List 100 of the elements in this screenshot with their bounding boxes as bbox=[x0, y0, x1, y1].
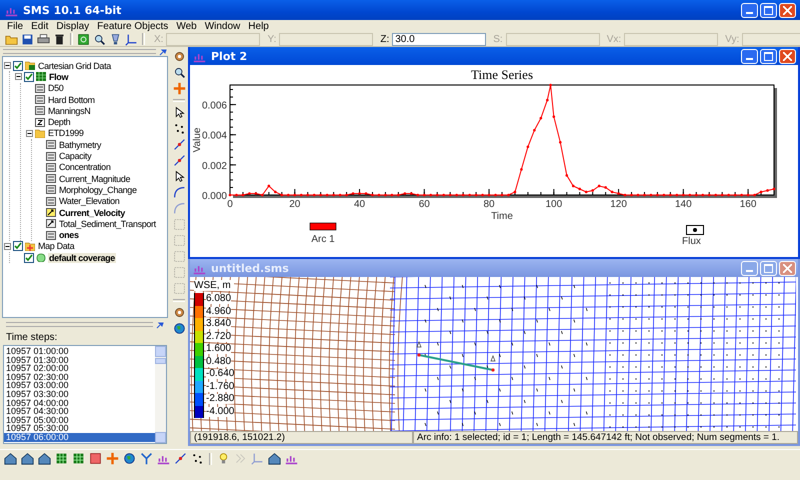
data-point bbox=[500, 194, 504, 196]
tree-item[interactable]: Morphology_Change bbox=[58, 184, 138, 195]
time-step-item[interactable]: 10957 04:00:00 bbox=[4, 398, 155, 408]
menu-item[interactable]: Help bbox=[244, 20, 273, 32]
time-step-item[interactable]: 10957 02:30:00 bbox=[4, 372, 155, 382]
checkbox[interactable] bbox=[13, 60, 23, 71]
tree-item[interactable]: Bathymetry bbox=[58, 140, 102, 150]
coordinate-field[interactable] bbox=[166, 32, 260, 46]
grid-icon[interactable] bbox=[72, 452, 85, 465]
tree-item[interactable]: Flow bbox=[48, 72, 70, 82]
collapse-icon[interactable] bbox=[4, 242, 11, 250]
time-step-item[interactable]: 10957 05:00:00 bbox=[4, 416, 155, 424]
menu-item[interactable]: Edit bbox=[27, 20, 52, 32]
zoom-icon[interactable] bbox=[172, 66, 186, 79]
menu-item[interactable]: Feature Objects bbox=[93, 20, 172, 32]
tree-item[interactable]: Total_Sediment_Transport bbox=[58, 218, 157, 229]
minimize-button[interactable] bbox=[741, 48, 758, 64]
tree-item[interactable]: Current_Magnitude bbox=[58, 174, 132, 184]
map-icon[interactable] bbox=[172, 322, 186, 335]
legend-label: Arc 1 bbox=[311, 234, 335, 245]
data-point bbox=[422, 194, 426, 196]
close-button[interactable] bbox=[779, 48, 796, 64]
house-icon[interactable] bbox=[38, 452, 51, 465]
create-segment-icon[interactable] bbox=[172, 154, 186, 167]
fork-icon[interactable] bbox=[140, 452, 153, 465]
refresh-icon[interactable] bbox=[77, 32, 90, 46]
checkbox[interactable] bbox=[13, 241, 23, 252]
time-step-item[interactable]: 10957 01:00:00 bbox=[4, 347, 155, 356]
data-point bbox=[410, 192, 413, 195]
node-icon[interactable] bbox=[172, 122, 186, 135]
menu-item[interactable]: Display bbox=[52, 20, 94, 32]
print-icon[interactable] bbox=[37, 32, 50, 46]
coordinate-label: S: bbox=[493, 34, 503, 44]
checkbox[interactable] bbox=[24, 72, 34, 82]
menu-item[interactable]: Web bbox=[172, 20, 201, 32]
time-step-item[interactable]: 10957 03:00:00 bbox=[4, 381, 155, 390]
house-icon[interactable] bbox=[268, 452, 281, 465]
tree-item[interactable]: ETD1999 bbox=[47, 128, 85, 138]
time-step-item[interactable]: 10957 02:00:00 bbox=[4, 364, 155, 373]
coordinate-field[interactable] bbox=[279, 32, 374, 46]
tree-item[interactable]: Cartesian Grid Data bbox=[37, 60, 112, 71]
select-cell-icon[interactable] bbox=[172, 266, 186, 279]
time-step-item[interactable]: 10957 05:30:00 bbox=[4, 424, 155, 433]
close-button[interactable] bbox=[779, 2, 796, 18]
data-point bbox=[604, 186, 607, 189]
tile-icon[interactable] bbox=[89, 452, 102, 465]
time-step-item[interactable]: 10957 03:30:00 bbox=[4, 390, 155, 399]
tree-item[interactable]: Current_Velocity bbox=[58, 208, 126, 218]
tree-item[interactable]: D50 bbox=[47, 83, 64, 94]
tree-item[interactable]: Map Data bbox=[37, 241, 76, 252]
axes-icon[interactable] bbox=[125, 32, 138, 46]
menu-item[interactable]: Window bbox=[200, 20, 244, 32]
tree-item[interactable]: ones bbox=[58, 230, 80, 240]
scalar-icon bbox=[46, 230, 56, 240]
scroll-thumb[interactable] bbox=[155, 358, 166, 364]
tree-item[interactable]: Water_Elevation bbox=[58, 196, 120, 206]
trash-icon[interactable] bbox=[53, 32, 66, 46]
maximize-button[interactable] bbox=[760, 48, 777, 64]
time-step-item[interactable]: 10957 04:30:00 bbox=[4, 407, 155, 416]
pin-icon[interactable] bbox=[159, 48, 167, 56]
house-icon[interactable] bbox=[4, 452, 17, 465]
coordinate-field[interactable] bbox=[624, 32, 718, 46]
time-step-item[interactable]: 10957 01:30:00 bbox=[4, 356, 155, 364]
data-point bbox=[280, 194, 284, 196]
select-segment-icon[interactable] bbox=[172, 138, 186, 151]
tree-item[interactable]: Capacity bbox=[58, 151, 92, 162]
globe-icon[interactable] bbox=[123, 452, 136, 465]
tree-item[interactable]: Concentration bbox=[58, 162, 112, 172]
checkbox[interactable] bbox=[24, 252, 34, 263]
collapse-icon[interactable] bbox=[4, 62, 11, 70]
segment-icon[interactable] bbox=[174, 452, 187, 465]
tree-item[interactable]: ManningsN bbox=[47, 106, 92, 116]
data-point bbox=[650, 194, 652, 196]
data-point bbox=[481, 194, 484, 196]
scatter-icon[interactable] bbox=[191, 452, 204, 465]
collapse-icon[interactable] bbox=[15, 73, 22, 80]
data-point bbox=[558, 140, 562, 144]
data-point bbox=[514, 190, 516, 194]
menu-item[interactable]: File bbox=[3, 20, 28, 32]
coordinate-field[interactable] bbox=[506, 32, 600, 46]
cup-icon[interactable] bbox=[109, 32, 122, 46]
tree-item[interactable]: Hard Bottom bbox=[47, 94, 96, 105]
tree-item[interactable]: Depth bbox=[47, 117, 72, 128]
data-point bbox=[643, 194, 646, 196]
data-point bbox=[268, 184, 270, 188]
gear-icon[interactable] bbox=[172, 50, 186, 63]
maximize-button[interactable] bbox=[760, 2, 777, 18]
tree-item[interactable]: default coverage bbox=[48, 252, 116, 263]
arc-icon[interactable] bbox=[172, 186, 186, 199]
bulb-icon[interactable] bbox=[217, 452, 230, 465]
window-title: SMS 10.1 64-bit bbox=[23, 4, 122, 16]
house-icon[interactable] bbox=[21, 452, 34, 465]
save-icon[interactable] bbox=[21, 32, 34, 46]
coordinate-field[interactable]: 30.0 bbox=[392, 32, 486, 46]
pin-icon[interactable] bbox=[156, 320, 164, 328]
grid-icon[interactable] bbox=[55, 452, 68, 465]
collapse-icon[interactable] bbox=[26, 130, 33, 137]
minimize-button[interactable] bbox=[741, 2, 758, 18]
time-step-item[interactable]: 10957 06:00:00 bbox=[4, 432, 155, 442]
zoom-icon[interactable] bbox=[93, 32, 106, 46]
